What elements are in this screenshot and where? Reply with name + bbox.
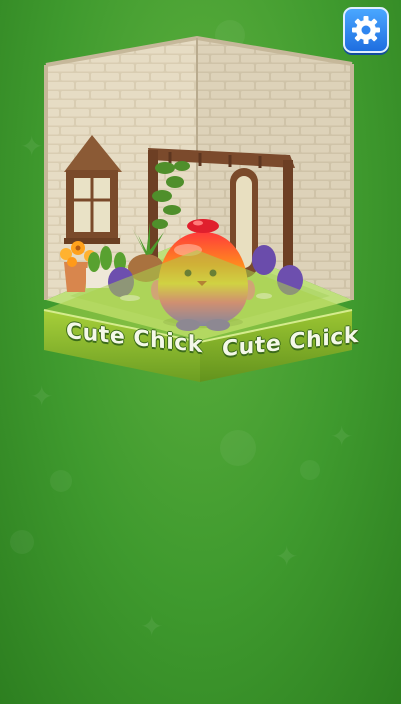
sparkle-decor: ✦ (330, 420, 354, 453)
dot-decor (10, 530, 34, 554)
room-diorama[interactable]: Cute Chick Cute Chick (0, 0, 401, 400)
dot-decor (300, 460, 320, 480)
dot-decor (50, 470, 72, 492)
dot-decor (220, 430, 256, 466)
sparkle-decor: ✦ (275, 540, 299, 573)
sparkle-decor: ✦ (140, 610, 164, 643)
